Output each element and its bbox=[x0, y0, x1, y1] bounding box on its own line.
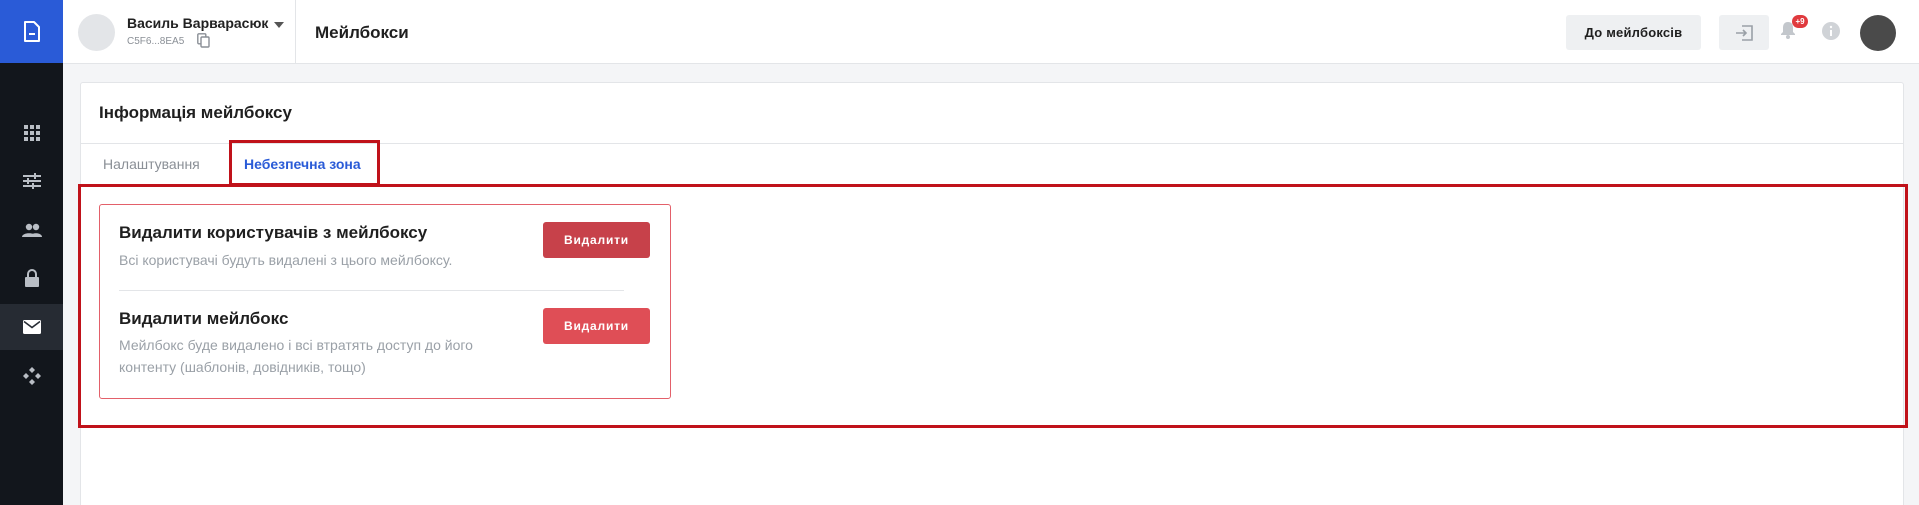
sidebar-item-users[interactable] bbox=[0, 207, 63, 253]
to-mailboxes-button[interactable]: До мейлбоксів bbox=[1566, 15, 1701, 50]
card-title: Інформація мейлбоксу bbox=[99, 103, 292, 122]
users-icon bbox=[21, 223, 42, 237]
page-title: Мейлбокси bbox=[315, 23, 409, 42]
user-id: C5F6...8EA5 bbox=[127, 36, 185, 47]
copy-icon[interactable] bbox=[197, 33, 210, 48]
highlight-box-danger-zone bbox=[78, 184, 1908, 428]
chevron-down-icon[interactable] bbox=[274, 22, 284, 28]
top-header: Василь Варварасюк C5F6...8EA5 Мейлбокси … bbox=[63, 0, 1919, 64]
diamond-arrows-icon bbox=[22, 367, 41, 385]
sliders-icon bbox=[22, 173, 41, 189]
sidebar bbox=[0, 0, 63, 505]
exit-button[interactable] bbox=[1719, 15, 1769, 50]
sidebar-item-settings[interactable] bbox=[0, 158, 63, 204]
mail-icon bbox=[22, 320, 41, 334]
profile-avatar[interactable] bbox=[1860, 15, 1896, 51]
document-logo-icon bbox=[23, 20, 40, 42]
notifications-badge: +9 bbox=[1792, 15, 1808, 28]
lock-icon bbox=[24, 269, 39, 287]
app-logo[interactable] bbox=[0, 0, 63, 63]
sidebar-item-apps[interactable] bbox=[0, 110, 63, 156]
header-divider bbox=[295, 0, 296, 64]
user-name[interactable]: Василь Варварасюк bbox=[127, 15, 268, 31]
info-icon[interactable] bbox=[1822, 22, 1840, 40]
apps-grid-icon bbox=[23, 125, 40, 141]
highlight-box-tab bbox=[229, 140, 380, 186]
user-avatar[interactable] bbox=[78, 14, 115, 51]
tab-settings[interactable]: Налаштування bbox=[103, 156, 200, 172]
sidebar-item-security[interactable] bbox=[0, 255, 63, 301]
sidebar-item-integrations[interactable] bbox=[0, 353, 63, 399]
sidebar-item-mailboxes[interactable] bbox=[0, 304, 63, 350]
sign-in-icon bbox=[1736, 24, 1753, 41]
